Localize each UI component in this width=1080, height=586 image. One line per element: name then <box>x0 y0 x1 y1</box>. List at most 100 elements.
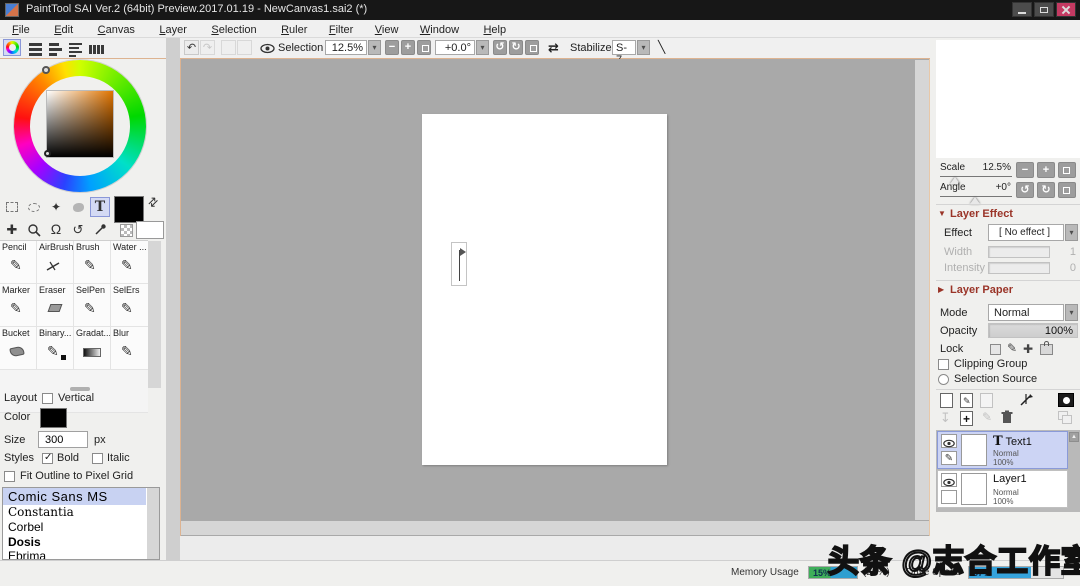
tool-selpen[interactable]: SelPen✎ <box>74 284 111 327</box>
angle-slider-marker[interactable] <box>970 197 980 204</box>
navigator-preview[interactable] <box>936 40 1080 158</box>
tool-selers[interactable]: SelErs✎ <box>111 284 148 327</box>
layer-select-tool[interactable] <box>68 197 88 217</box>
nav-zoom-reset-button[interactable] <box>1058 162 1076 178</box>
tool-marker[interactable]: Marker✎ <box>0 284 37 327</box>
tool-water[interactable]: Water ...✎ <box>111 241 148 284</box>
text-color-swatch[interactable] <box>40 408 67 428</box>
lock-position-icon[interactable]: ✚ <box>1023 342 1033 356</box>
move-tool[interactable]: ✚ <box>2 219 22 239</box>
tool-blur[interactable]: Blur✎ <box>111 327 148 370</box>
layer2-visibility-toggle[interactable] <box>941 473 957 487</box>
lock-all-checkbox[interactable] <box>990 344 1001 355</box>
tool-eraser[interactable]: Eraser <box>37 284 74 327</box>
layer-list-scroll-up[interactable]: ▲ <box>1069 432 1079 442</box>
layer-paper-collapse-icon[interactable]: ▶ <box>938 285 944 294</box>
stabilizer-dropdown-button[interactable]: ▾ <box>637 40 650 55</box>
layer-thumbnail[interactable] <box>961 434 987 466</box>
zoom-reset-button[interactable] <box>417 40 431 55</box>
canvas-vertical-scrollbar[interactable]: ▲ ▼ <box>915 60 929 520</box>
menu-filter[interactable]: Filter <box>325 24 357 36</box>
zoom-tool[interactable] <box>24 219 44 239</box>
zoom-in-button[interactable]: + <box>401 40 415 55</box>
tool-brush[interactable]: Brush✎ <box>74 241 111 284</box>
menu-ruler[interactable]: Ruler <box>277 24 311 36</box>
menu-help[interactable]: Help <box>479 24 510 36</box>
effect-dropdown-button[interactable]: ▾ <box>1065 224 1078 241</box>
zoom-value-box[interactable]: 12.5% <box>325 40 367 55</box>
nav-zoom-out-button[interactable]: − <box>1016 162 1034 178</box>
delete-layer-button[interactable] <box>1000 410 1014 425</box>
hue-ring-marker[interactable] <box>42 66 50 74</box>
eyedropper-tool[interactable] <box>90 219 110 239</box>
transfer-down-button[interactable]: ↧ <box>940 410 951 426</box>
new-linework-layer-button[interactable]: ✎ <box>960 393 973 408</box>
nav-zoom-in-button[interactable]: + <box>1037 162 1055 178</box>
vertical-checkbox[interactable] <box>42 393 53 404</box>
tool-gradation[interactable]: Gradat... <box>74 327 111 370</box>
font-list-scrollbar[interactable]: ▲ <box>147 488 159 559</box>
panel-splitter-handle[interactable] <box>70 387 90 391</box>
transparent-color-button[interactable] <box>120 224 133 237</box>
layer1-visibility-toggle[interactable] <box>941 434 957 448</box>
lock-pixels-icon[interactable]: ✎ <box>1007 341 1017 355</box>
angle-reset-button[interactable] <box>525 40 539 55</box>
menu-layer[interactable]: Layer <box>155 24 191 36</box>
rect-select-tool[interactable] <box>2 197 22 217</box>
new-layer-set-button[interactable] <box>980 393 993 408</box>
zoom-dropdown-button[interactable]: ▾ <box>368 40 381 55</box>
menu-selection[interactable]: Selection <box>207 24 260 36</box>
new-layer-plus-button[interactable]: + <box>960 411 973 426</box>
font-item-dosis[interactable]: Dosis <box>3 535 146 550</box>
menu-view[interactable]: View <box>371 24 403 36</box>
canvas-horizontal-scrollbar[interactable]: ◀ ▶ <box>181 521 929 535</box>
flip-horizontal-icon[interactable]: ⇄ <box>548 40 559 56</box>
stabilizer-value-box[interactable]: S-7 <box>612 40 636 55</box>
nav-rotate-ccw-button[interactable]: ↺ <box>1016 182 1034 198</box>
undo-button[interactable]: ↶ <box>184 40 199 55</box>
hsv-slider-panel-button[interactable] <box>46 39 64 56</box>
transform-button[interactable] <box>1018 392 1034 408</box>
layer-thumbnail[interactable] <box>961 473 987 505</box>
text-edit-box[interactable] <box>451 242 467 286</box>
layer-effect-header[interactable]: Layer Effect <box>950 208 1013 220</box>
selection-source-radio[interactable] <box>938 374 949 385</box>
mode-dropdown[interactable]: Normal <box>988 304 1064 321</box>
magic-wand-tool[interactable]: ✦ <box>46 197 66 217</box>
luminance-mask-button[interactable] <box>1058 393 1074 407</box>
rotate-cw-button[interactable]: ↻ <box>509 40 523 55</box>
menu-file[interactable]: File <box>8 24 34 36</box>
italic-checkbox[interactable] <box>92 453 103 464</box>
merge-down-button[interactable]: ✎ <box>982 410 992 424</box>
effect-dropdown[interactable]: [ No effect ] <box>988 224 1064 241</box>
deselect-button[interactable] <box>221 40 236 55</box>
layer-row-layer1[interactable]: Layer1 Normal 100% <box>937 470 1068 508</box>
rotate-canvas-tool[interactable]: Ω <box>46 219 66 239</box>
lock-alpha-icon[interactable] <box>1040 344 1053 355</box>
rgb-slider-panel-button[interactable] <box>26 39 44 56</box>
nav-rotate-reset-button[interactable] <box>1058 182 1076 198</box>
size-input[interactable] <box>38 431 88 448</box>
tool-bucket[interactable]: Bucket <box>0 327 37 370</box>
reset-rotation-tool[interactable]: ↺ <box>68 219 88 239</box>
nav-rotate-cw-button[interactable]: ↻ <box>1037 182 1055 198</box>
text-tool[interactable]: T <box>90 197 110 217</box>
menu-edit[interactable]: Edit <box>50 24 77 36</box>
canvas-document[interactable] <box>422 114 667 465</box>
close-button[interactable] <box>1056 2 1076 17</box>
layer-effect-collapse-icon[interactable]: ▼ <box>938 209 946 218</box>
copy-layer-button[interactable] <box>1058 411 1068 420</box>
font-item-corbel[interactable]: Corbel <box>3 520 146 535</box>
color-wheel-panel-button[interactable] <box>3 39 21 56</box>
menu-window[interactable]: Window <box>416 24 463 36</box>
lasso-tool[interactable] <box>24 197 44 217</box>
new-layer-button[interactable] <box>940 393 953 408</box>
opacity-slider[interactable]: 100% <box>988 323 1078 338</box>
angle-dropdown-button[interactable]: ▾ <box>476 40 489 55</box>
mixer-panel-button[interactable] <box>66 39 84 56</box>
sv-marker[interactable] <box>44 150 51 157</box>
font-item-constantia[interactable]: Constantia <box>3 505 146 520</box>
tool-binary[interactable]: Binary...✎ <box>37 327 74 370</box>
tool-grid-scrollbar[interactable]: ▲ ▼ <box>148 241 161 388</box>
font-item-comic-sans[interactable]: Comic Sans MS <box>3 488 146 505</box>
